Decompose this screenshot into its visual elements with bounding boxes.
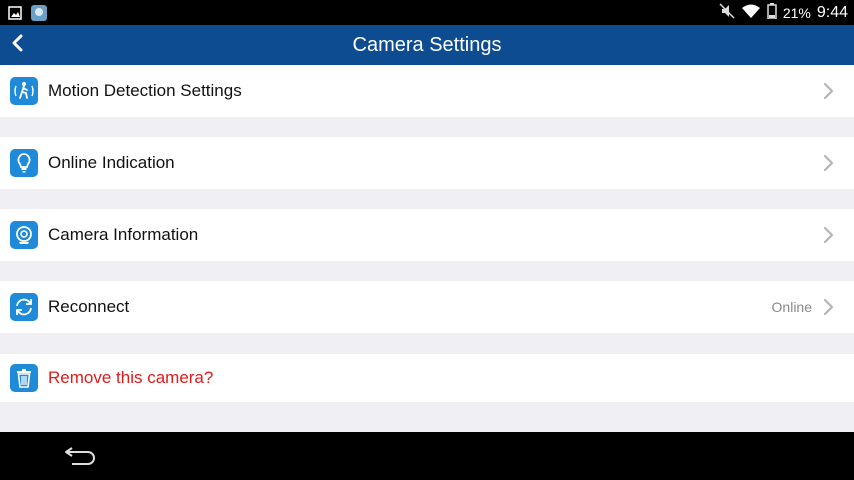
camera-information-row[interactable]: Camera Information (0, 209, 854, 261)
reconnect-row[interactable]: Reconnect Online (0, 281, 854, 333)
motion-detection-settings-row[interactable]: Motion Detection Settings (0, 65, 854, 117)
page-title: Camera Settings (352, 34, 502, 56)
nav-back-button[interactable] (60, 444, 100, 468)
status-bar: 21% 9:44 (0, 0, 854, 25)
wifi-icon (741, 3, 761, 22)
clock: 9:44 (816, 3, 848, 21)
app-bar: Camera Settings (0, 25, 854, 65)
camera-info-icon (10, 221, 38, 249)
settings-list: Motion Detection Settings Online Indicat… (0, 65, 854, 432)
chevron-right-icon (822, 298, 834, 316)
online-indication-label: Online Indication (48, 153, 175, 172)
connection-status: Online (771, 299, 812, 315)
reconnect-icon (10, 293, 38, 321)
chevron-right-icon (822, 226, 834, 244)
battery-icon (767, 3, 777, 22)
gallery-icon (8, 6, 22, 25)
chevron-right-icon (822, 82, 834, 100)
remove-camera-row[interactable]: Remove this camera? (0, 354, 854, 402)
back-arrow-icon (60, 447, 100, 472)
battery-percent: 21% (782, 4, 811, 21)
mute-icon (719, 3, 735, 22)
camera-information-label: Camera Information (48, 225, 199, 244)
trash-icon (10, 364, 38, 392)
online-indication-row[interactable]: Online Indication (0, 137, 854, 189)
reconnect-label: Reconnect (48, 297, 130, 316)
motion-detection-label: Motion Detection Settings (48, 81, 242, 100)
motion-detection-icon (10, 77, 38, 105)
chevron-right-icon (822, 154, 834, 172)
navigation-bar (0, 432, 854, 480)
app-icon (30, 4, 48, 27)
lightbulb-icon (10, 149, 38, 177)
remove-camera-label: Remove this camera? (48, 368, 214, 387)
